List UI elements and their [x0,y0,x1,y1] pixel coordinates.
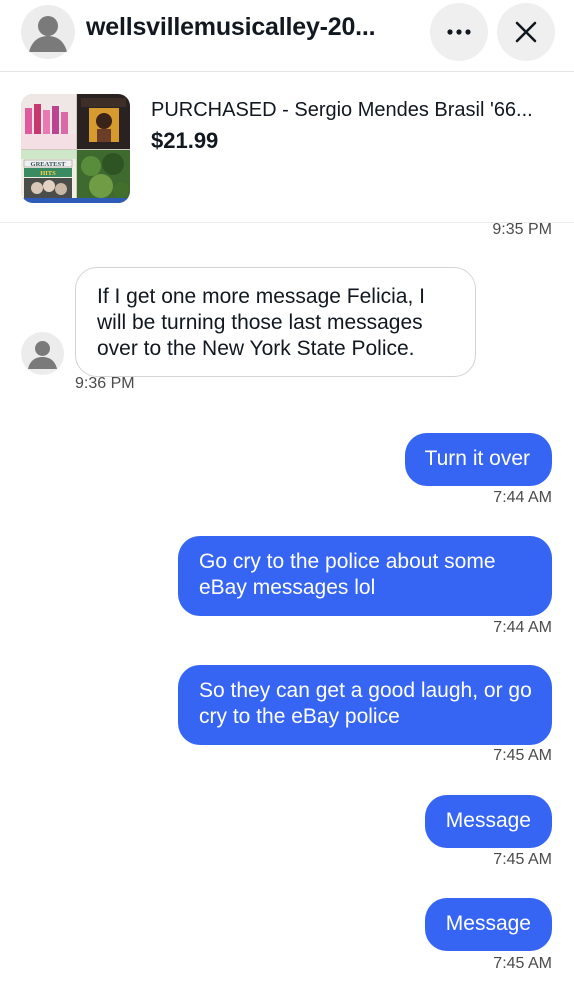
outgoing-message-bubble: Go cry to the police about some eBay mes… [178,536,552,616]
outgoing-message-bubble: Turn it over [404,433,552,486]
seller-name[interactable]: wellsvillemusicalley-20... [86,13,421,42]
thumb-text-greatest: GREATEST [31,161,67,168]
message-timestamp: 7:44 AM [493,489,552,506]
outgoing-message-bubble: Message [424,795,552,848]
item-summary[interactable]: GREATEST HITS PURCHASED - Sergio Mendes … [0,73,574,223]
outgoing-message-bubble: So they can get a good laugh, or go cry … [178,665,552,745]
item-price: $21.99 [151,128,219,153]
incoming-message-bubble: If I get one more message Felicia, I wil… [75,267,476,377]
message-timestamp: 7:45 AM [493,955,552,972]
message-timestamp: 9:35 PM [492,221,552,238]
more-horizontal-icon [447,29,471,35]
close-icon [515,21,537,43]
seller-avatar-small-icon [21,332,64,375]
outgoing-message-bubble: Message [424,898,552,951]
message-timestamp: 7:45 AM [493,851,552,868]
message-timestamp: 9:36 PM [75,375,135,392]
close-button[interactable] [497,3,555,61]
item-thumbnail[interactable]: GREATEST HITS [21,94,130,203]
message-timestamp: 7:44 AM [493,619,552,636]
message-timestamp: 7:45 AM [493,747,552,764]
thumb-text-hits: HITS [40,170,56,177]
more-options-button[interactable] [430,3,488,61]
chat-header: wellsvillemusicalley-20... [0,0,574,72]
seller-avatar-icon[interactable] [21,5,75,59]
item-title[interactable]: PURCHASED - Sergio Mendes Brasil '66... [151,99,541,122]
